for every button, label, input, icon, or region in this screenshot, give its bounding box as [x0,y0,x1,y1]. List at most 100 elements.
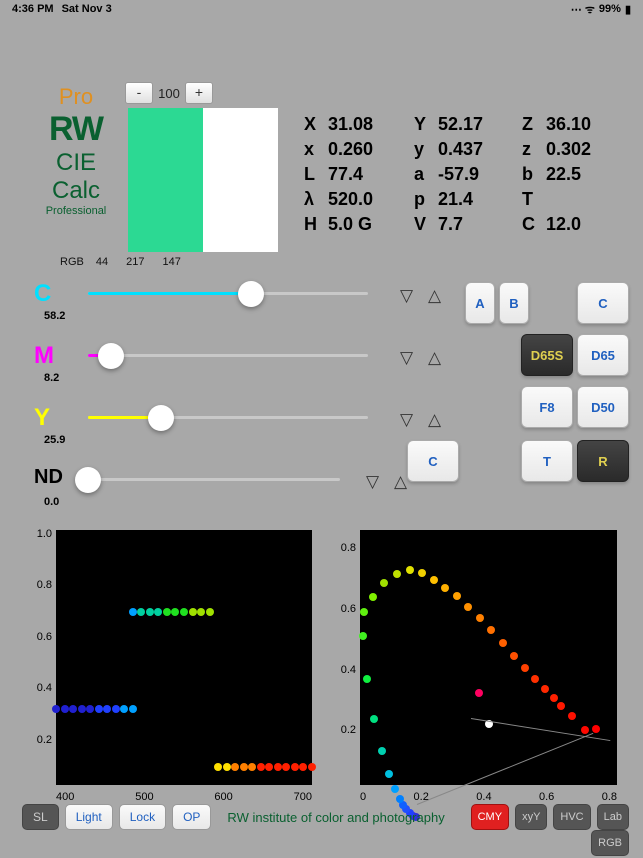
slider-magenta-up-icon[interactable]: △ [428,348,446,366]
btn-A[interactable]: A [465,282,495,324]
value-L: 77.4 [328,164,414,185]
cie-plot: 0.8 0.6 0.4 0.2 0 0.2 0.4 0.6 0.8 [324,522,623,807]
label-x: x [304,139,328,160]
plot2-area [360,530,617,785]
value-V: 7.7 [438,214,522,235]
spectral-plot: 1.0 0.8 0.6 0.4 0.2 400 500 600 700 [20,522,312,807]
slider-yellow-down-icon[interactable]: ▽ [400,410,418,428]
plot1-yaxis: 1.0 0.8 0.6 0.4 0.2 [20,528,52,785]
btn-D50[interactable]: D50 [577,386,629,428]
stepper-value: 100 [154,86,184,101]
slider-cyan[interactable] [88,292,368,295]
app-title: Pro RW CIE Calc Professional [30,84,122,217]
title-pro: Pro [30,84,122,110]
stepper-plus[interactable]: + [185,82,213,104]
title-cie: CIE [30,149,122,177]
label-V: V [414,214,438,235]
footer2: RGB [591,830,629,856]
slider-cyan-down-icon[interactable]: ▽ [400,286,418,304]
btn-F8[interactable]: F8 [521,386,573,428]
swatch-right [203,108,278,252]
stepper: - 100 + [125,82,213,104]
btn-HVC[interactable]: HVC [553,804,590,830]
title-prof: Professional [30,205,122,217]
label-Z: Z [522,114,546,135]
btn-D65S[interactable]: D65S [521,334,573,376]
btn-CMY[interactable]: CMY [471,804,509,830]
btn-B[interactable]: B [499,282,529,324]
color-swatch [128,108,278,252]
title-rw: RW [30,110,122,149]
slider-nd-down-icon[interactable]: ▽ [366,472,384,490]
rgb-g: 217 [126,256,144,268]
illuminant-buttons: A B C D65S D65 F8 D50 C T R [465,282,629,492]
btn-Lock[interactable]: Lock [119,804,166,830]
title-calc: Calc [30,177,122,205]
value-lambda: 520.0 [328,189,414,210]
plot1-area [56,530,312,785]
status-bar: 4:36 PM Sat Nov 3 ⋯ ᯤ 99% ▮ [0,0,643,18]
label-T: T [522,189,546,210]
label-p: p [414,189,438,210]
plots: 1.0 0.8 0.6 0.4 0.2 400 500 600 700 0.8 … [20,522,623,807]
wifi-icon: ⋯ ᯤ [571,2,595,17]
stepper-minus[interactable]: - [125,82,153,104]
slider-cyan-up-icon[interactable]: △ [428,286,446,304]
btn-D65[interactable]: D65 [577,334,629,376]
slider-nd-row: ND 0.0 ▽△ [30,468,461,530]
btn-xyY[interactable]: xyY [515,804,547,830]
label-a: a [414,164,438,185]
date: Sat Nov 3 [62,3,112,15]
battery-icon: ▮ [625,3,631,16]
sliders: C 58.2 ▽△ M 8.2 ▽△ Y 25.9 ▽△ ND 0.0 ▽△ [30,282,461,530]
footer-text: RW institute of color and photography [227,810,444,825]
value-y: 0.437 [438,139,522,160]
value-T [546,189,622,210]
btn-R[interactable]: R [577,440,629,482]
value-X: 31.08 [328,114,414,135]
value-Z: 36.10 [546,114,622,135]
label-lambda: λ [304,189,328,210]
btn-C[interactable]: C [407,440,459,482]
rgb-r: 44 [96,256,108,268]
value-z: 0.302 [546,139,622,160]
label-L: L [304,164,328,185]
btn-Lab[interactable]: Lab [597,804,629,830]
plot2-yaxis: 0.8 0.6 0.4 0.2 [324,542,356,785]
rgb-label: RGB [60,256,84,268]
value-b: 22.5 [546,164,622,185]
slider-magenta[interactable] [88,354,368,357]
slider-cyan-row: C 58.2 ▽ △ [30,282,461,344]
slider-cyan-label: C [34,280,51,308]
slider-magenta-down-icon[interactable]: ▽ [400,348,418,366]
slider-nd[interactable] [88,478,340,481]
label-y: y [414,139,438,160]
label-X: X [304,114,328,135]
value-C: 12.0 [546,214,622,235]
label-H: H [304,214,328,235]
slider-yellow[interactable] [88,416,368,419]
label-z: z [522,139,546,160]
swatch-left [128,108,203,252]
rgb-b: 147 [162,256,180,268]
label-b: b [522,164,546,185]
btn-OP[interactable]: OP [172,804,211,830]
value-x: 0.260 [328,139,414,160]
slider-yellow-row: Y 25.9 ▽△ [30,406,461,468]
slider-yellow-up-icon[interactable]: △ [428,410,446,428]
battery-percent: 99% [599,3,621,15]
value-p: 21.4 [438,189,522,210]
slider-magenta-row: M 8.2 ▽△ [30,344,461,406]
slider-nd-label: ND [34,466,63,489]
time: 4:36 PM [12,3,54,15]
btn-Light[interactable]: Light [65,804,113,830]
btn-T[interactable]: T [521,440,573,482]
btn-SL[interactable]: SL [22,804,59,830]
slider-magenta-value: 8.2 [44,372,59,384]
rgb-readout: RGB 44 217 147 [60,256,181,268]
btn-Cill[interactable]: C [577,282,629,324]
slider-nd-value: 0.0 [44,496,59,508]
slider-cyan-value: 58.2 [44,310,65,322]
slider-yellow-label: Y [34,404,50,432]
btn-RGB[interactable]: RGB [591,830,629,856]
